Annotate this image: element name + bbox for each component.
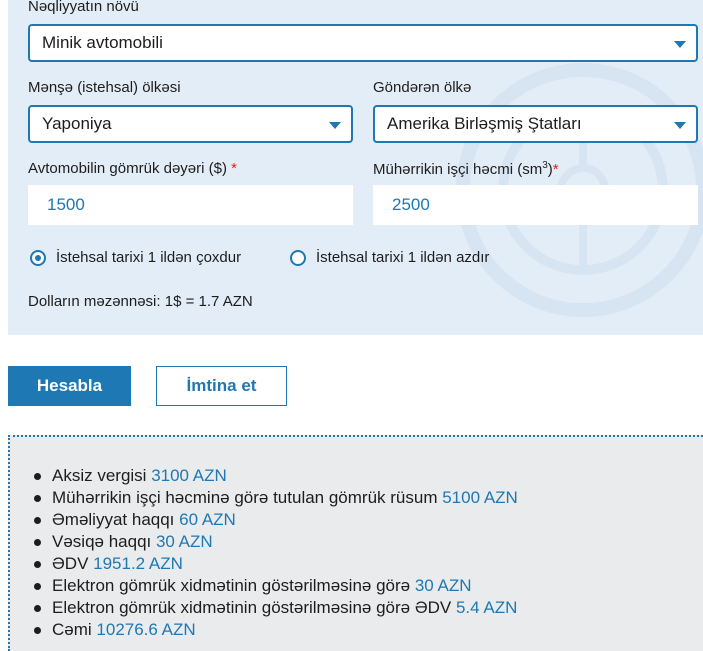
radio-over-1-year[interactable]: İstehsal tarixi 1 ildən çoxdur xyxy=(30,249,241,266)
sender-country-label: Göndərən ölkə xyxy=(373,79,472,96)
sender-country-value: Amerika Birləşmiş Ştatları xyxy=(387,114,582,133)
result-item: Mühərrikin işçi həcminə görə tutulan göm… xyxy=(32,487,518,509)
result-label: Əməliyyat haqqı xyxy=(52,510,180,529)
radio-under-1-year-label: İstehsal tarixi 1 ildən azdır xyxy=(316,249,490,266)
customs-value-text: 1500 xyxy=(47,195,85,214)
result-label: Cəmi xyxy=(52,620,97,639)
radio-unselected-icon[interactable] xyxy=(290,249,306,266)
vehicle-type-select[interactable]: Minik avtomobili xyxy=(28,24,698,62)
sender-country-select[interactable]: Amerika Birləşmiş Ştatları xyxy=(373,105,698,143)
result-item: ƏDV 1951.2 AZN xyxy=(32,553,518,575)
vehicle-type-value: Minik avtomobili xyxy=(42,33,163,52)
result-item: Aksiz vergisi 3100 AZN xyxy=(32,465,518,487)
origin-country-select[interactable]: Yaponiya xyxy=(28,105,353,143)
result-value: 30 AZN xyxy=(414,576,472,595)
result-label: Elektron gömrük xidmətinin göstərilməsin… xyxy=(52,598,456,617)
result-value: 30 AZN xyxy=(155,532,213,551)
engine-volume-text: 2500 xyxy=(392,195,430,214)
engine-volume-input[interactable]: 2500 xyxy=(373,185,698,225)
result-label: Mühərrikin işçi həcminə görə tutulan göm… xyxy=(52,488,443,507)
result-value: 60 AZN xyxy=(179,510,236,529)
result-label: Vəsiqə haqqı xyxy=(52,532,156,551)
radio-selected-icon[interactable] xyxy=(30,249,46,266)
customs-value-input[interactable]: 1500 xyxy=(28,185,353,225)
chevron-down-icon xyxy=(329,122,341,129)
result-item: Vəsiqə haqqı 30 AZN xyxy=(32,531,518,553)
calculator-form-panel: Nəqliyyatın növü Minik avtomobili Mənşə … xyxy=(8,0,703,335)
result-item: Elektron gömrük xidmətinin göstərilməsin… xyxy=(32,597,518,619)
result-label: Elektron gömrük xidmətinin göstərilməsin… xyxy=(52,576,415,595)
chevron-down-icon xyxy=(674,122,686,129)
vehicle-type-label: Nəqliyyatın növü xyxy=(28,0,139,15)
result-label: Aksiz vergisi xyxy=(52,466,152,485)
result-value: 5100 AZN xyxy=(442,488,518,507)
radio-over-1-year-label: İstehsal tarixi 1 ildən çoxdur xyxy=(56,249,242,266)
origin-country-value: Yaponiya xyxy=(42,114,112,133)
result-value: 1951.2 AZN xyxy=(93,554,183,573)
customs-value-label-text: Avtomobilin gömrük dəyəri ($) xyxy=(28,160,227,177)
calculate-button[interactable]: Hesabla xyxy=(8,366,131,406)
result-value: 10276.6 AZN xyxy=(96,620,196,639)
result-value: 3100 AZN xyxy=(151,466,227,485)
required-mark: * xyxy=(552,161,559,178)
chevron-down-icon xyxy=(674,41,686,48)
results-panel: Aksiz vergisi 3100 AZN Mühərrikin işçi h… xyxy=(8,435,703,651)
exchange-rate-text: Dolların məzənnəsi: 1$ = 1.7 AZN xyxy=(28,293,253,310)
result-value: 5.4 AZN xyxy=(455,598,518,617)
radio-under-1-year[interactable]: İstehsal tarixi 1 ildən azdır xyxy=(290,249,489,266)
origin-country-label: Mənşə (istehsal) ölkəsi xyxy=(28,79,181,96)
result-item: Elektron gömrük xidmətinin göstərilməsin… xyxy=(32,575,518,597)
result-item: Əməliyyat haqqı 60 AZN xyxy=(32,509,518,531)
result-item-total: Cəmi 10276.6 AZN xyxy=(32,619,518,641)
cancel-button[interactable]: İmtina et xyxy=(156,366,287,406)
engine-volume-label: Mühərrikin işçi həcmi (sm3)* xyxy=(373,160,559,178)
required-mark: * xyxy=(231,160,237,177)
results-list: Aksiz vergisi 3100 AZN Mühərrikin işçi h… xyxy=(32,465,518,641)
customs-value-label: Avtomobilin gömrük dəyəri ($) * xyxy=(28,160,237,177)
engine-volume-label-text: Mühərrikin işçi həcmi (sm xyxy=(373,161,543,178)
result-label: ƏDV xyxy=(52,554,94,573)
